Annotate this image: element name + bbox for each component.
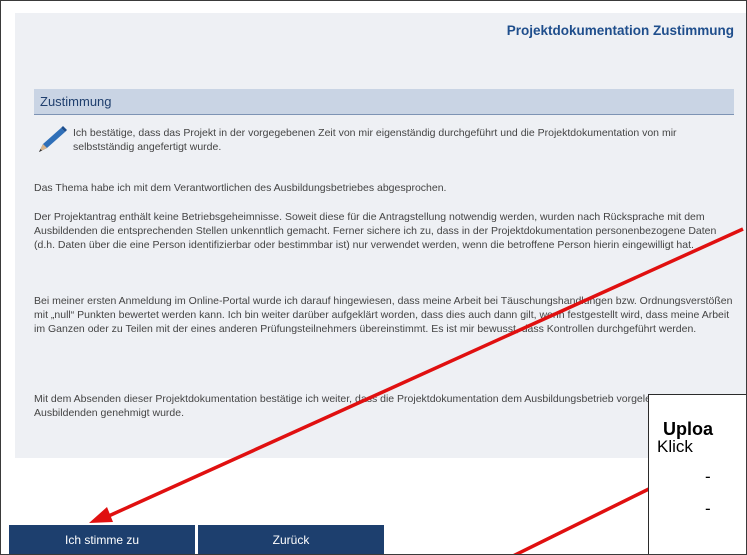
intro-text: Ich bestätige, dass das Projekt in der v…: [73, 127, 677, 153]
agree-button[interactable]: Ich stimme zu: [9, 525, 195, 554]
page-title: Projektdokumentation Zustimmung: [506, 23, 734, 38]
annotation-line-2: [513, 480, 664, 554]
callout-title: Uploa: [663, 419, 714, 439]
callout-dash: -: [705, 467, 711, 486]
back-button[interactable]: Zurück: [198, 525, 384, 554]
paragraph-cheating: Bei meiner ersten Anmeldung im Online-Po…: [34, 295, 733, 335]
callout-dash: -: [705, 499, 711, 518]
paragraph-submission: Mit dem Absenden dieser Projektdokumenta…: [34, 393, 724, 419]
annotation-arrow-head: [89, 507, 113, 523]
screenshot-frame: Projektdokumentation Zustimmung Zustimmu…: [0, 0, 747, 555]
section-title: Zustimmung: [40, 94, 112, 109]
paragraph-topic: Das Thema habe ich mit dem Verantwortlic…: [34, 182, 447, 194]
paragraph-secrets: Der Projektantrag enthält keine Betriebs…: [34, 211, 717, 251]
callout-line: Klick: [657, 437, 693, 456]
pencil-icon: [39, 126, 67, 152]
upload-callout: Uploa Klick - -: [648, 394, 746, 554]
section-header: Zustimmung: [34, 89, 734, 115]
